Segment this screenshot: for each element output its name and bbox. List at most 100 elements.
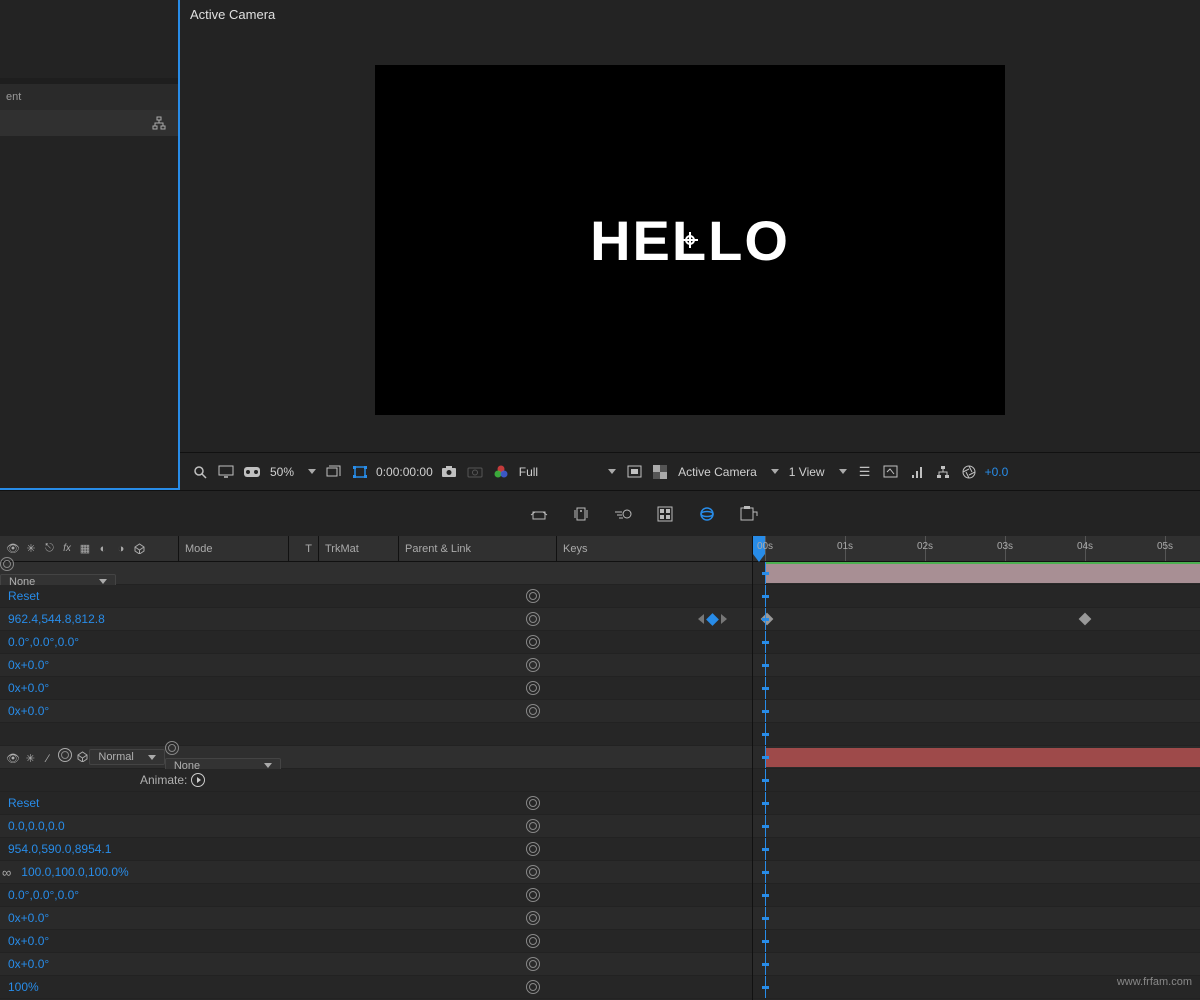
- col-trkmat[interactable]: TrkMat: [318, 536, 398, 561]
- expression-pickwhip-icon[interactable]: [526, 934, 540, 948]
- prop-value[interactable]: 954.0,590.0,8954.1: [8, 842, 111, 856]
- channels-icon[interactable]: [491, 462, 511, 482]
- mb-sw-icon[interactable]: ◐: [96, 542, 110, 556]
- snapshot-icon[interactable]: [439, 462, 459, 482]
- pickwhip-icon[interactable]: [165, 741, 179, 755]
- adj-sw-icon[interactable]: ◑: [114, 542, 128, 556]
- track-row[interactable]: [753, 930, 1200, 953]
- property-row[interactable]: 0x+0.0°: [0, 930, 752, 953]
- expression-pickwhip-icon[interactable]: [526, 957, 540, 971]
- property-row[interactable]: 0x+0.0°: [0, 953, 752, 976]
- render-time-icon[interactable]: [738, 503, 760, 525]
- track-row[interactable]: [753, 746, 1200, 769]
- property-row[interactable]: Reset: [0, 792, 752, 815]
- pickwhip-icon[interactable]: [0, 557, 14, 571]
- track-row[interactable]: [753, 792, 1200, 815]
- track-row[interactable]: [753, 723, 1200, 746]
- property-row[interactable]: 100%: [0, 976, 752, 999]
- track-row[interactable]: [753, 953, 1200, 976]
- track-row[interactable]: [753, 907, 1200, 930]
- prop-value[interactable]: 0.0°,0.0°,0.0°: [8, 635, 79, 649]
- fast-preview-icon[interactable]: [907, 462, 927, 482]
- track-row[interactable]: [753, 815, 1200, 838]
- prop-value[interactable]: 0x+0.0°: [8, 957, 49, 971]
- left-tab-row[interactable]: ent: [0, 84, 178, 110]
- prop-value[interactable]: 0x+0.0°: [8, 658, 49, 672]
- mask-icon[interactable]: [350, 462, 370, 482]
- prop-value[interactable]: 0x+0.0°: [8, 681, 49, 695]
- pixel-aspect-icon[interactable]: [881, 462, 901, 482]
- keyframe-icon[interactable]: [706, 613, 719, 626]
- draft3d-icon[interactable]: [696, 503, 718, 525]
- exposure-value[interactable]: +0.0: [985, 465, 1009, 479]
- property-row[interactable]: Reset: [0, 585, 752, 608]
- track-row[interactable]: [753, 585, 1200, 608]
- flowchart-icon[interactable]: [152, 116, 166, 130]
- expression-pickwhip-icon[interactable]: [526, 911, 540, 925]
- monitor-icon[interactable]: [216, 462, 236, 482]
- flowchart-icon-2[interactable]: [933, 462, 953, 482]
- 3d-sw-icon[interactable]: [132, 542, 146, 556]
- property-row[interactable]: 0.0°,0.0°,0.0°: [0, 884, 752, 907]
- track-row[interactable]: [753, 861, 1200, 884]
- next-keyframe-icon[interactable]: [721, 614, 727, 624]
- timecode-display[interactable]: 0:00:00:00: [376, 465, 433, 479]
- prop-value[interactable]: 0.0,0.0,0.0: [8, 819, 65, 833]
- playhead-indicator[interactable]: [753, 554, 765, 562]
- expression-pickwhip-icon[interactable]: [526, 704, 540, 718]
- property-row[interactable]: 0x+0.0°: [0, 654, 752, 677]
- col-mode[interactable]: Mode: [178, 536, 288, 561]
- aperture-icon[interactable]: [959, 462, 979, 482]
- track-row[interactable]: [753, 700, 1200, 723]
- property-row[interactable]: 0.0°,0.0°,0.0°: [0, 631, 752, 654]
- mode-select-layer2[interactable]: Normal: [89, 749, 164, 765]
- view-layout-select[interactable]: 1 View: [787, 465, 849, 479]
- composition-canvas[interactable]: HELLO: [375, 65, 1005, 415]
- camera-view-select[interactable]: Active Camera: [676, 465, 781, 479]
- transparency-grid-icon[interactable]: [650, 462, 670, 482]
- motion-blur-icon[interactable]: [612, 503, 634, 525]
- 3d-layer-icon[interactable]: [75, 750, 89, 764]
- property-row[interactable]: ∞ 100.0,100.0,100.0%: [0, 861, 752, 884]
- show-snapshot-icon[interactable]: [465, 462, 485, 482]
- grid-select-icon[interactable]: [324, 462, 344, 482]
- vr-icon[interactable]: [242, 462, 262, 482]
- prop-value[interactable]: 100%: [8, 980, 39, 994]
- layer-1-header[interactable]: None: [0, 562, 752, 585]
- track-row[interactable]: [753, 677, 1200, 700]
- graph-editor-icon[interactable]: [654, 503, 676, 525]
- property-row[interactable]: 0x+0.0°: [0, 700, 752, 723]
- keyframe-diamond[interactable]: [1079, 613, 1092, 626]
- expression-pickwhip-icon[interactable]: [526, 819, 540, 833]
- col-keys[interactable]: Keys: [556, 536, 636, 561]
- track-row[interactable]: [753, 884, 1200, 907]
- track-row[interactable]: [753, 608, 1200, 631]
- fx-sw-icon[interactable]: ⎋: [42, 542, 56, 556]
- fx-sw-layer-icon[interactable]: ∕: [41, 752, 55, 766]
- prop-value[interactable]: 100.0,100.0,100.0%: [21, 865, 128, 879]
- frame-blend-sw-icon[interactable]: ▦: [78, 542, 92, 556]
- prop-value[interactable]: 0x+0.0°: [8, 934, 49, 948]
- property-row[interactable]: 954.0,590.0,8954.1: [0, 838, 752, 861]
- toolbar-icon-a[interactable]: ☰: [855, 462, 875, 482]
- shy-sw-icon[interactable]: 👁: [6, 542, 20, 556]
- roi-icon[interactable]: [624, 462, 644, 482]
- track-row[interactable]: [753, 654, 1200, 677]
- layer-bar[interactable]: [765, 748, 1200, 767]
- prev-keyframe-icon[interactable]: [698, 614, 704, 624]
- expression-pickwhip-icon[interactable]: [526, 681, 540, 695]
- track-row[interactable]: [753, 631, 1200, 654]
- prop-value[interactable]: Reset: [8, 589, 39, 603]
- time-ruler[interactable]: 00s01s02s03s04s05s: [753, 536, 1200, 562]
- expression-pickwhip-icon[interactable]: [526, 589, 540, 603]
- star-sw-layer-icon[interactable]: ✳: [23, 752, 37, 766]
- mb-layer-icon[interactable]: [58, 748, 72, 762]
- track-row[interactable]: [753, 562, 1200, 585]
- expression-pickwhip-icon[interactable]: [526, 612, 540, 626]
- prop-value[interactable]: Reset: [8, 796, 39, 810]
- layer-bar[interactable]: [765, 564, 1200, 583]
- expression-pickwhip-icon[interactable]: [526, 658, 540, 672]
- link-icon[interactable]: ∞: [2, 865, 11, 880]
- animate-menu-icon[interactable]: [191, 773, 205, 787]
- expression-pickwhip-icon[interactable]: [526, 888, 540, 902]
